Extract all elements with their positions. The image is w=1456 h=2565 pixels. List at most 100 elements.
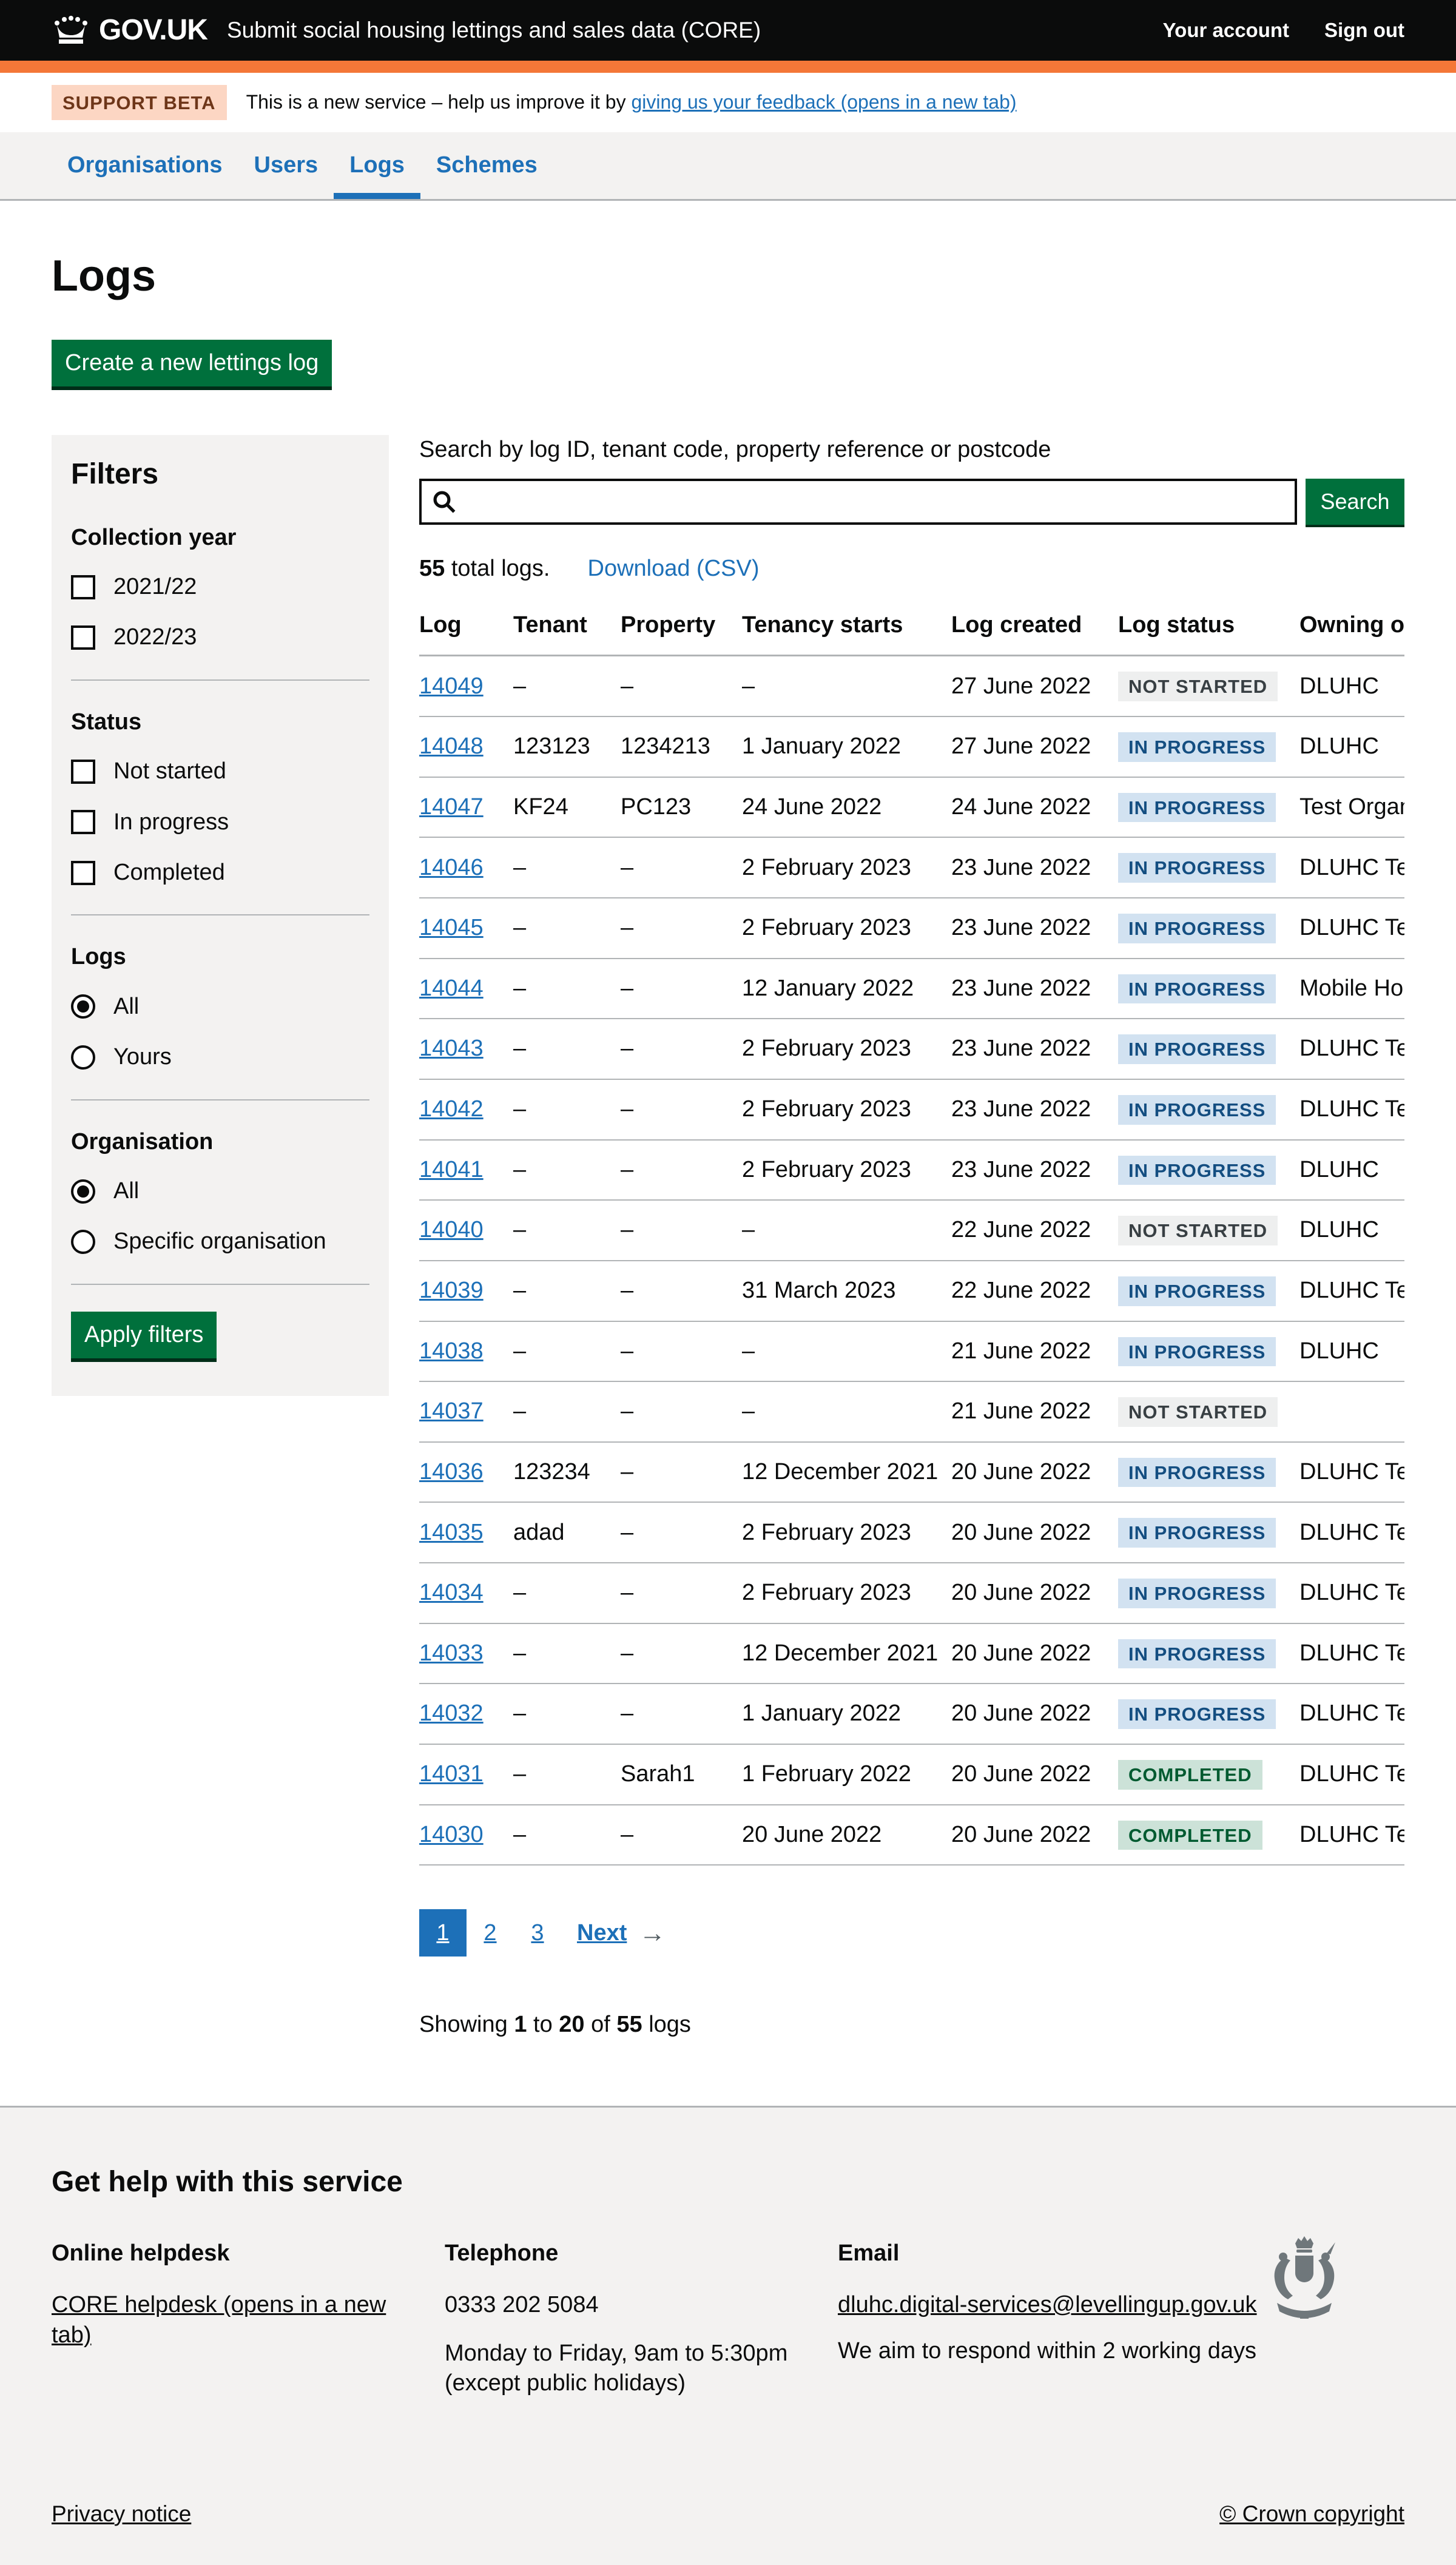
owning-organisation-cell: DLUHC Test (1299, 1623, 1404, 1684)
log-cell: 14033 (419, 1623, 513, 1684)
main-content: Logs Create a new lettings log Filters C… (52, 201, 1404, 2040)
feedback-link[interactable]: giving us your feedback (opens in a new … (631, 91, 1016, 113)
pagination-next-link[interactable]: Next (577, 1918, 627, 1948)
log-id-link[interactable]: 14040 (419, 1217, 484, 1242)
tenancy-starts-cell: – (742, 656, 951, 716)
checkbox-icon[interactable] (71, 861, 95, 885)
tab-users[interactable]: Users (238, 132, 334, 198)
filter-group-label: Status (71, 707, 369, 737)
checkbox-icon[interactable] (71, 760, 95, 784)
radio-icon[interactable] (71, 1230, 95, 1254)
log-id-link[interactable]: 14034 (419, 1580, 484, 1605)
log-id-link[interactable]: 14033 (419, 1640, 484, 1666)
checkbox-2022-23[interactable]: 2022/23 (71, 622, 369, 652)
log-id-link[interactable]: 14043 (419, 1036, 484, 1061)
property-cell: – (621, 1502, 742, 1563)
log-id-link[interactable]: 14049 (419, 673, 484, 699)
filter-group-label: Organisation (71, 1127, 369, 1157)
table-row: 14043––2 February 202323 June 2022IN PRO… (419, 1019, 1404, 1079)
create-lettings-log-button[interactable]: Create a new lettings log (52, 340, 332, 386)
status-cell: IN PROGRESS (1118, 1563, 1299, 1623)
sign-out-link[interactable]: Sign out (1324, 18, 1404, 44)
pagination-page-1[interactable]: 1 (419, 1909, 467, 1957)
log-cell: 14042 (419, 1079, 513, 1140)
tenancy-starts-cell: 2 February 2023 (742, 1079, 951, 1140)
service-name-link[interactable]: Submit social housing lettings and sales… (227, 16, 761, 45)
checkbox-icon[interactable] (71, 625, 95, 650)
search-input[interactable] (422, 481, 1295, 522)
log-id-link[interactable]: 14039 (419, 1278, 484, 1303)
log-created-cell: 21 June 2022 (951, 1381, 1118, 1442)
property-cell: – (621, 959, 742, 1019)
your-account-link[interactable]: Your account (1163, 18, 1289, 44)
owning-organisation-cell: DLUHC Test (1299, 1079, 1404, 1140)
log-id-link[interactable]: 14038 (419, 1338, 484, 1364)
filter-divider (71, 914, 369, 915)
log-id-link[interactable]: 14032 (419, 1700, 484, 1726)
log-id-link[interactable]: 14035 (419, 1520, 484, 1545)
log-created-cell: 23 June 2022 (951, 1140, 1118, 1201)
privacy-notice-link[interactable]: Privacy notice (52, 2499, 191, 2529)
log-id-link[interactable]: 14045 (419, 915, 484, 940)
tenancy-starts-cell: 2 February 2023 (742, 1140, 951, 1201)
checkbox-in-progress[interactable]: In progress (71, 807, 369, 837)
owning-organisation-cell: DLUHC Test (1299, 1805, 1404, 1866)
apply-filters-button[interactable]: Apply filters (71, 1312, 217, 1358)
pagination-page-2[interactable]: 2 (467, 1909, 514, 1957)
status-tag: IN PROGRESS (1118, 914, 1276, 943)
log-id-link[interactable]: 14047 (419, 794, 484, 820)
tab-organisations[interactable]: Organisations (52, 132, 238, 198)
radio-icon[interactable] (71, 994, 95, 1019)
checkbox-icon[interactable] (71, 575, 95, 599)
crown-copyright-link[interactable]: © Crown copyright (1219, 2499, 1404, 2529)
radio-yours[interactable]: Yours (71, 1042, 369, 1072)
radio-icon[interactable] (71, 1179, 95, 1204)
radio-all[interactable]: All (71, 1176, 369, 1206)
status-tag: IN PROGRESS (1118, 1579, 1276, 1608)
status-tag: COMPLETED (1118, 1760, 1262, 1790)
log-created-cell: 23 June 2022 (951, 898, 1118, 959)
download-csv-link[interactable]: Download (CSV) (588, 554, 760, 584)
radio-icon[interactable] (71, 1045, 95, 1070)
tab-logs[interactable]: Logs (334, 132, 420, 198)
property-cell: – (621, 1805, 742, 1866)
radio-specific-organisation[interactable]: Specific organisation (71, 1227, 369, 1256)
owning-organisation-cell: DLUHC Test (1299, 1502, 1404, 1563)
log-id-link[interactable]: 14041 (419, 1157, 484, 1182)
radio-all[interactable]: All (71, 992, 369, 1022)
email-link[interactable]: dluhc.digital-services@levellingup.gov.u… (838, 2292, 1257, 2317)
govuk-logo[interactable]: GOV.UK (52, 12, 207, 49)
status-cell: IN PROGRESS (1118, 1502, 1299, 1563)
tab-schemes[interactable]: Schemes (420, 132, 553, 198)
page-title: Logs (52, 248, 1404, 305)
search-button[interactable]: Search (1306, 479, 1404, 525)
log-cell: 14040 (419, 1200, 513, 1261)
log-id-link[interactable]: 14031 (419, 1761, 484, 1787)
tenant-cell: – (513, 1805, 621, 1866)
log-id-link[interactable]: 14042 (419, 1096, 484, 1122)
log-created-cell: 20 June 2022 (951, 1563, 1118, 1623)
log-id-link[interactable]: 14030 (419, 1822, 484, 1847)
checkbox-not-started[interactable]: Not started (71, 757, 369, 786)
column-header-owning-organisation: Owning organisation (1299, 607, 1404, 656)
log-id-link[interactable]: 14046 (419, 855, 484, 880)
checkbox-2021-22[interactable]: 2021/22 (71, 572, 369, 602)
checkbox-icon[interactable] (71, 810, 95, 834)
owning-organisation-cell: Test Organisation (1299, 777, 1404, 838)
tenancy-starts-cell: 12 January 2022 (742, 959, 951, 1019)
tenant-cell: – (513, 1623, 621, 1684)
pagination: 123Next→ (419, 1909, 1404, 1957)
tenancy-starts-cell: 12 December 2021 (742, 1623, 951, 1684)
core-helpdesk-link[interactable]: CORE helpdesk (opens in a new tab) (52, 2292, 386, 2347)
log-id-link[interactable]: 14048 (419, 733, 484, 759)
log-id-link[interactable]: 14036 (419, 1459, 484, 1485)
pagination-page-3[interactable]: 3 (514, 1909, 561, 1957)
footer-col-email: Email dluhc.digital-services@levellingup… (838, 2239, 1299, 2408)
checkbox-completed[interactable]: Completed (71, 858, 369, 888)
royal-coat-of-arms (1259, 2235, 1350, 2358)
log-id-link[interactable]: 14037 (419, 1398, 484, 1424)
owning-organisation-cell: DLUHC Test (1299, 1744, 1404, 1805)
log-id-link[interactable]: 14044 (419, 976, 484, 1001)
property-cell: – (621, 1019, 742, 1079)
log-created-cell: 23 June 2022 (951, 837, 1118, 898)
